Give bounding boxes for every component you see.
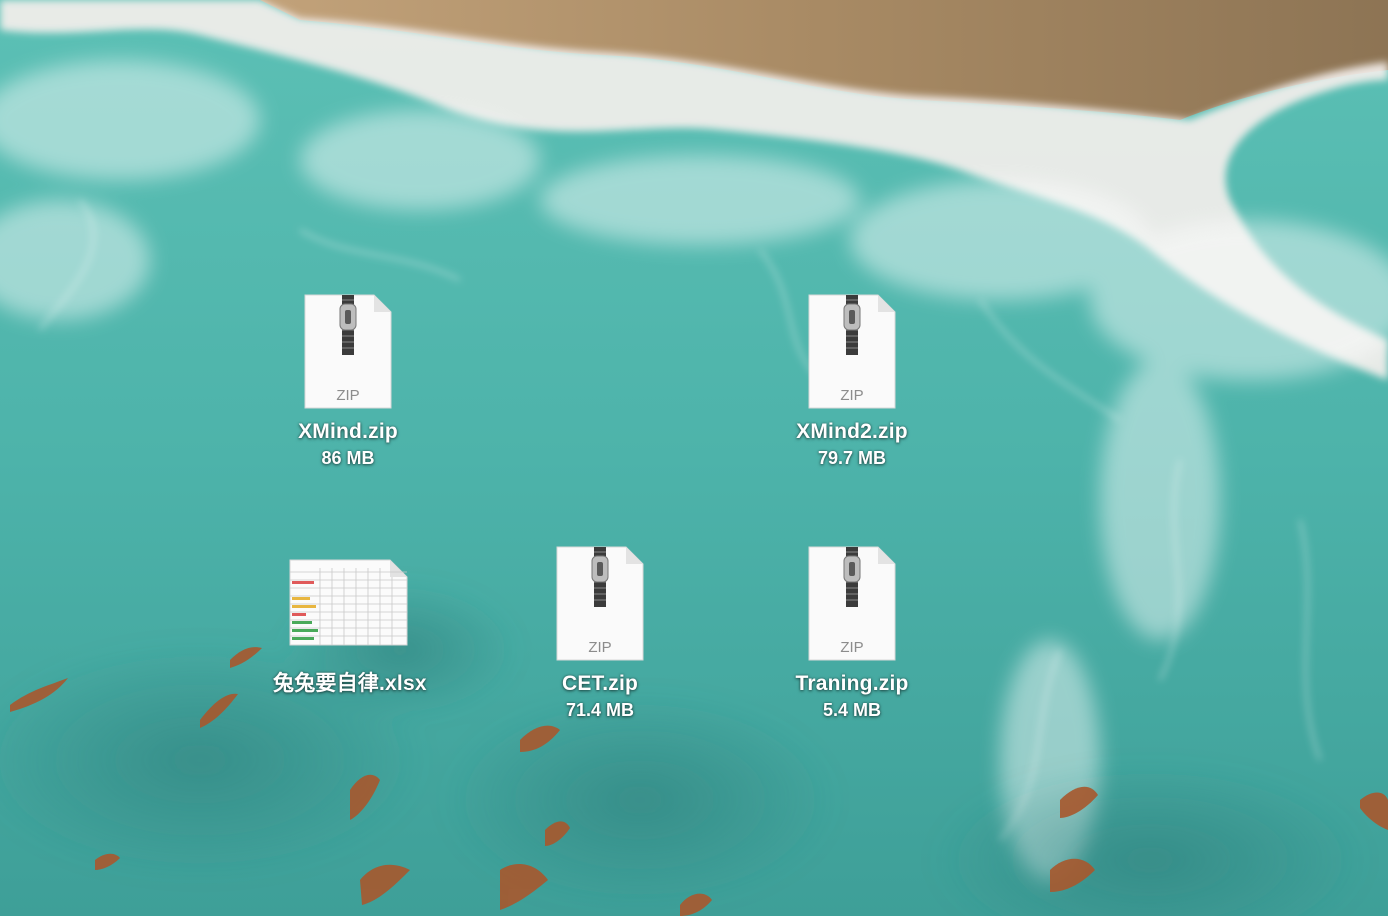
zip-type-label: ZIP	[840, 639, 863, 656]
zip-archive-icon: ZIP	[304, 294, 392, 409]
zip-type-label: ZIP	[588, 639, 611, 656]
file-size: 79.7 MB	[817, 448, 887, 468]
file-icon-item[interactable]: 兔兔要自律.xlsx	[273, 542, 427, 696]
file-icon-item[interactable]: ZIP XMind.zip 86 MB	[273, 290, 423, 468]
file-icon-item[interactable]: ZIP CET.zip 71.4 MB	[525, 542, 675, 720]
zip-archive-icon: ZIP	[808, 546, 896, 661]
file-name[interactable]: 兔兔要自律.xlsx	[273, 672, 427, 696]
file-name[interactable]: XMind2.zip	[777, 420, 927, 444]
file-size: 5.4 MB	[822, 700, 882, 720]
zip-archive-icon: ZIP	[808, 294, 896, 409]
zip-type-label: ZIP	[336, 387, 359, 404]
desktop[interactable]: ZIP XMind.zip 86 MB ZIP XMind2.zip 79.7 …	[0, 0, 1388, 916]
zip-archive-icon: ZIP	[556, 546, 644, 661]
file-name[interactable]: Traning.zip	[777, 672, 927, 696]
file-name[interactable]: CET.zip	[525, 672, 675, 696]
zip-type-label: ZIP	[840, 387, 863, 404]
file-icon-item[interactable]: ZIP Traning.zip 5.4 MB	[777, 542, 927, 720]
file-name[interactable]: XMind.zip	[273, 420, 423, 444]
spreadsheet-icon	[289, 559, 408, 646]
file-size: 86 MB	[321, 448, 375, 468]
file-icon-item[interactable]: ZIP XMind2.zip 79.7 MB	[777, 290, 927, 468]
wallpaper-image	[0, 0, 1388, 916]
file-size: 71.4 MB	[565, 700, 635, 720]
